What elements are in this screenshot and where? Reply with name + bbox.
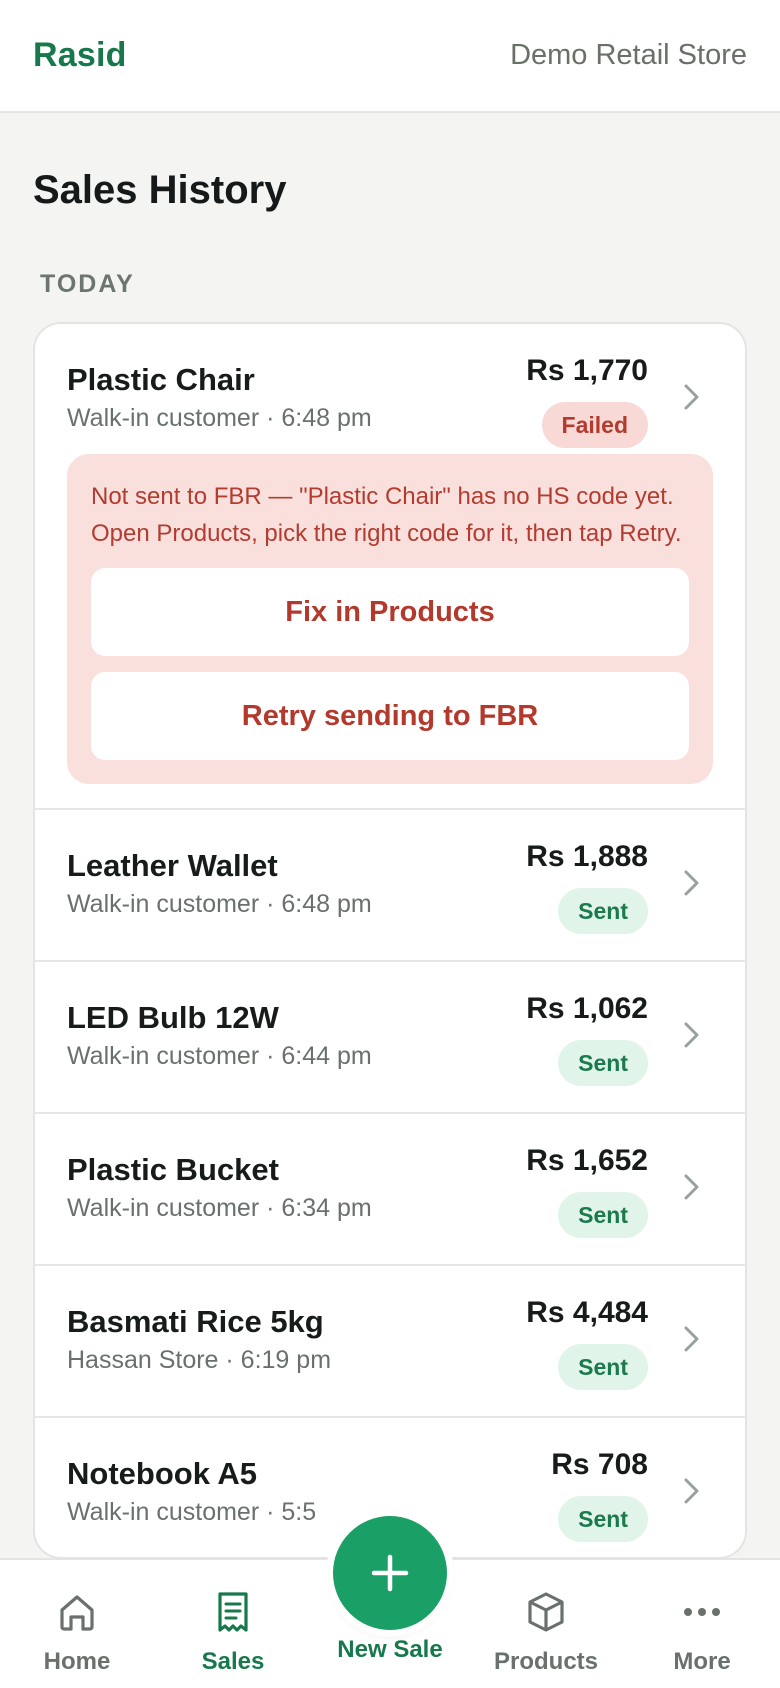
nav-home-label: Home: [43, 1648, 111, 1675]
chevron-right-icon[interactable]: [681, 1172, 703, 1202]
sale-row[interactable]: Basmati Rice 5kg Hassan Store · 6:19 pm …: [35, 1266, 745, 1418]
section-label-today: TODAY: [40, 270, 135, 298]
home-icon: [60, 1595, 94, 1631]
sale-item-name: Plastic Chair: [67, 362, 255, 397]
new-sale-label[interactable]: New Sale: [300, 1636, 480, 1664]
sale-customer-time: Walk-in customer · 6:44 pm: [67, 1042, 372, 1070]
nav-products[interactable]: Products: [476, 1590, 616, 1676]
sale-item-name: Basmati Rice 5kg: [67, 1304, 324, 1339]
sale-row[interactable]: LED Bulb 12W Walk-in customer · 6:44 pm …: [35, 962, 745, 1114]
chevron-right-icon[interactable]: [681, 382, 703, 412]
sale-row[interactable]: Leather Wallet Walk-in customer · 6:48 p…: [35, 810, 745, 962]
receipt-icon: [218, 1592, 248, 1632]
retry-fbr-button[interactable]: Retry sending to FBR: [91, 672, 689, 760]
status-badge-failed: Failed: [541, 402, 648, 448]
sale-amount: Rs 708: [551, 1448, 648, 1481]
fbr-error-panel: Not sent to FBR — "Plastic Chair" has no…: [67, 454, 713, 784]
sale-amount: Rs 1,062: [526, 992, 648, 1025]
chevron-right-icon[interactable]: [681, 1324, 703, 1354]
sales-list: Plastic Chair Walk-in customer · 6:48 pm…: [33, 322, 747, 1559]
nav-sales[interactable]: Sales: [163, 1590, 303, 1676]
sale-customer-time: Hassan Store · 6:19 pm: [67, 1346, 332, 1374]
sale-item-name: Leather Wallet: [67, 848, 278, 883]
status-badge-sent: Sent: [558, 1344, 648, 1390]
brand-logo[interactable]: Rasid: [33, 36, 127, 75]
status-badge-sent: Sent: [558, 888, 648, 934]
top-bar: Rasid Demo Retail Store: [0, 0, 780, 113]
chevron-right-icon[interactable]: [681, 1020, 703, 1050]
sale-item-name: Plastic Bucket: [67, 1152, 279, 1187]
store-name[interactable]: Demo Retail Store: [510, 39, 747, 72]
sale-amount: Rs 1,770: [526, 354, 648, 387]
nav-home[interactable]: Home: [7, 1590, 147, 1676]
nav-sales-label: Sales: [201, 1648, 265, 1675]
nav-more-label: More: [673, 1648, 731, 1675]
nav-more[interactable]: More: [632, 1590, 772, 1676]
page-title: Sales History: [33, 168, 287, 212]
box-icon: [528, 1592, 564, 1632]
status-badge-sent: Sent: [558, 1040, 648, 1086]
sale-amount: Rs 1,652: [526, 1144, 648, 1177]
sale-customer-time: Walk-in customer · 5:5: [67, 1498, 317, 1526]
new-sale-button[interactable]: [333, 1516, 447, 1630]
sale-item-name: Notebook A5: [67, 1456, 258, 1491]
sale-customer-time: Walk-in customer · 6:48 pm: [67, 404, 372, 432]
fbr-error-message: Not sent to FBR — "Plastic Chair" has no…: [91, 483, 682, 547]
sale-row[interactable]: Plastic Bucket Walk-in customer · 6:34 p…: [35, 1114, 745, 1266]
fix-in-products-button[interactable]: Fix in Products: [91, 568, 689, 656]
chevron-right-icon[interactable]: [681, 868, 703, 898]
sale-customer-time: Walk-in customer · 6:34 pm: [67, 1194, 372, 1222]
status-badge-sent: Sent: [558, 1496, 648, 1542]
sale-item-name: LED Bulb 12W: [67, 1000, 279, 1035]
nav-products-label: Products: [493, 1648, 598, 1675]
more-dots-icon: [684, 1608, 720, 1616]
sale-amount: Rs 1,888: [526, 840, 648, 873]
sale-row[interactable]: Plastic Chair Walk-in customer · 6:48 pm…: [35, 324, 745, 810]
sale-customer-time: Walk-in customer · 6:48 pm: [67, 890, 372, 918]
chevron-right-icon[interactable]: [681, 1476, 703, 1506]
status-badge-sent: Sent: [558, 1192, 648, 1238]
sale-amount: Rs 4,484: [526, 1296, 648, 1329]
plus-icon: [371, 1554, 409, 1592]
